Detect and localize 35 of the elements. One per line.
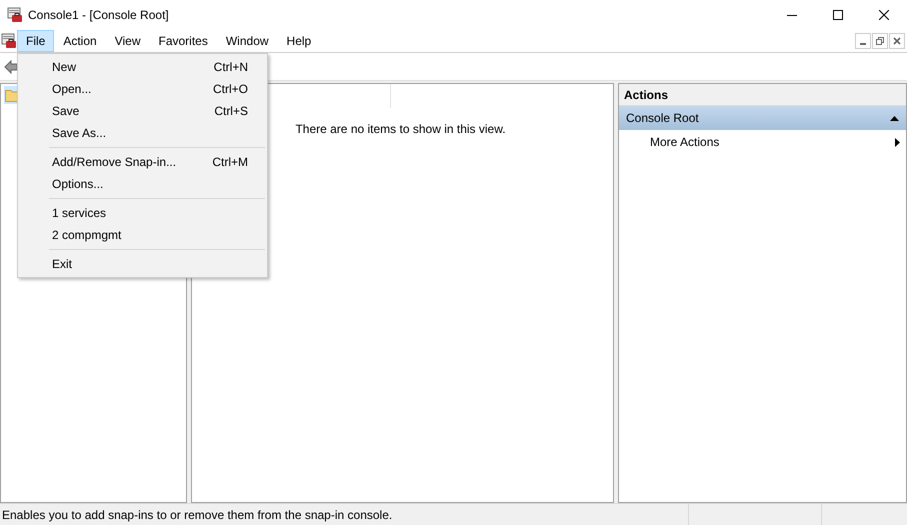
menu-item[interactable]: Help — [278, 30, 320, 52]
menu-option[interactable]: Add/Remove Snap-in... Ctrl+M — [18, 151, 267, 173]
menu-option[interactable]: Exit — [18, 253, 267, 275]
back-button[interactable] — [4, 58, 20, 74]
menu-option[interactable]: New Ctrl+N — [18, 56, 267, 78]
menu-item[interactable]: Window — [216, 30, 278, 52]
document-icon — [1, 33, 17, 49]
collapse-icon — [890, 116, 899, 120]
menu-option[interactable]: Options... — [18, 173, 267, 195]
menu-option[interactable]: 1 services — [18, 202, 267, 224]
maximize-icon — [833, 10, 843, 20]
close-icon — [879, 10, 889, 20]
window-title: Console1 - [Console Root] — [28, 7, 169, 24]
menu-item[interactable]: Action — [54, 30, 106, 52]
restore-icon — [876, 37, 884, 45]
child-restore-button[interactable] — [872, 33, 888, 49]
menu-option[interactable]: Open... Ctrl+O — [18, 78, 267, 100]
menu-item[interactable]: Favorites — [150, 30, 217, 52]
back-arrow-icon — [4, 60, 18, 74]
menu-item[interactable]: File — [17, 30, 54, 52]
submenu-arrow-icon — [895, 138, 900, 146]
menu-item[interactable]: View — [106, 30, 150, 52]
menu-option[interactable]: 2 compmgmt — [18, 224, 267, 246]
action-item[interactable]: More Actions — [619, 130, 906, 154]
close-icon — [893, 37, 901, 45]
menu-option[interactable]: Save Ctrl+S — [18, 100, 267, 122]
child-minimize-button[interactable] — [855, 33, 871, 49]
app-icon — [7, 7, 23, 23]
actions-section-header[interactable]: Console Root — [619, 106, 906, 130]
minimize-icon — [860, 43, 866, 45]
status-text: Enables you to add snap-ins to or remove them from the snap-in console. — [0, 504, 689, 525]
child-close-button[interactable] — [889, 33, 905, 49]
actions-title: Actions — [624, 86, 668, 104]
menu-option[interactable]: Save As... — [18, 122, 267, 144]
empty-message: There are no items to show in this view. — [295, 121, 506, 138]
